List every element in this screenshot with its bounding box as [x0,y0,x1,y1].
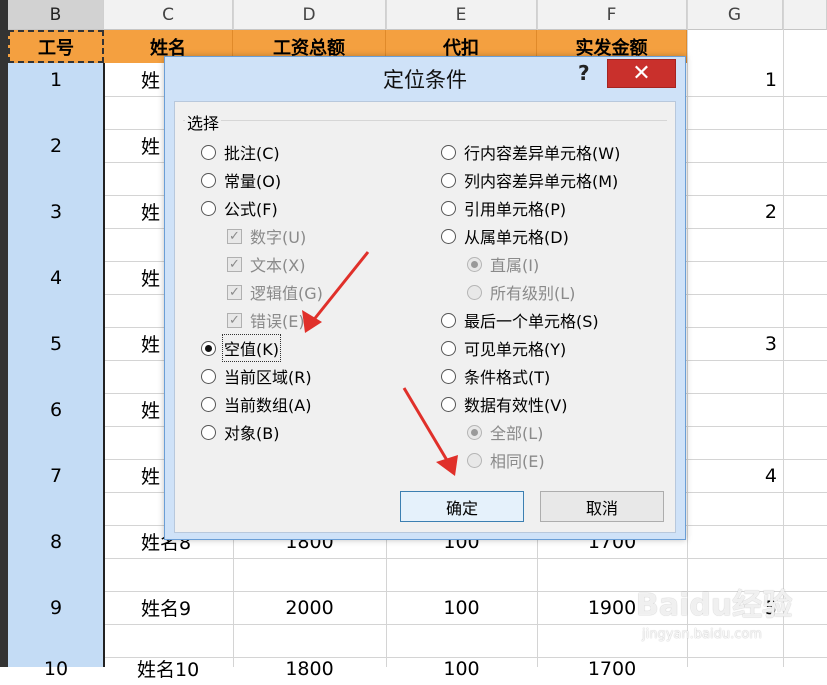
arrow-to-blanks-icon [302,251,370,333]
watermark-url: jingyan.baidu.com [642,627,762,642]
annotation-arrows [302,251,458,476]
watermark: Baidu经验 [636,588,793,623]
arrow-to-ok-icon [402,387,458,476]
